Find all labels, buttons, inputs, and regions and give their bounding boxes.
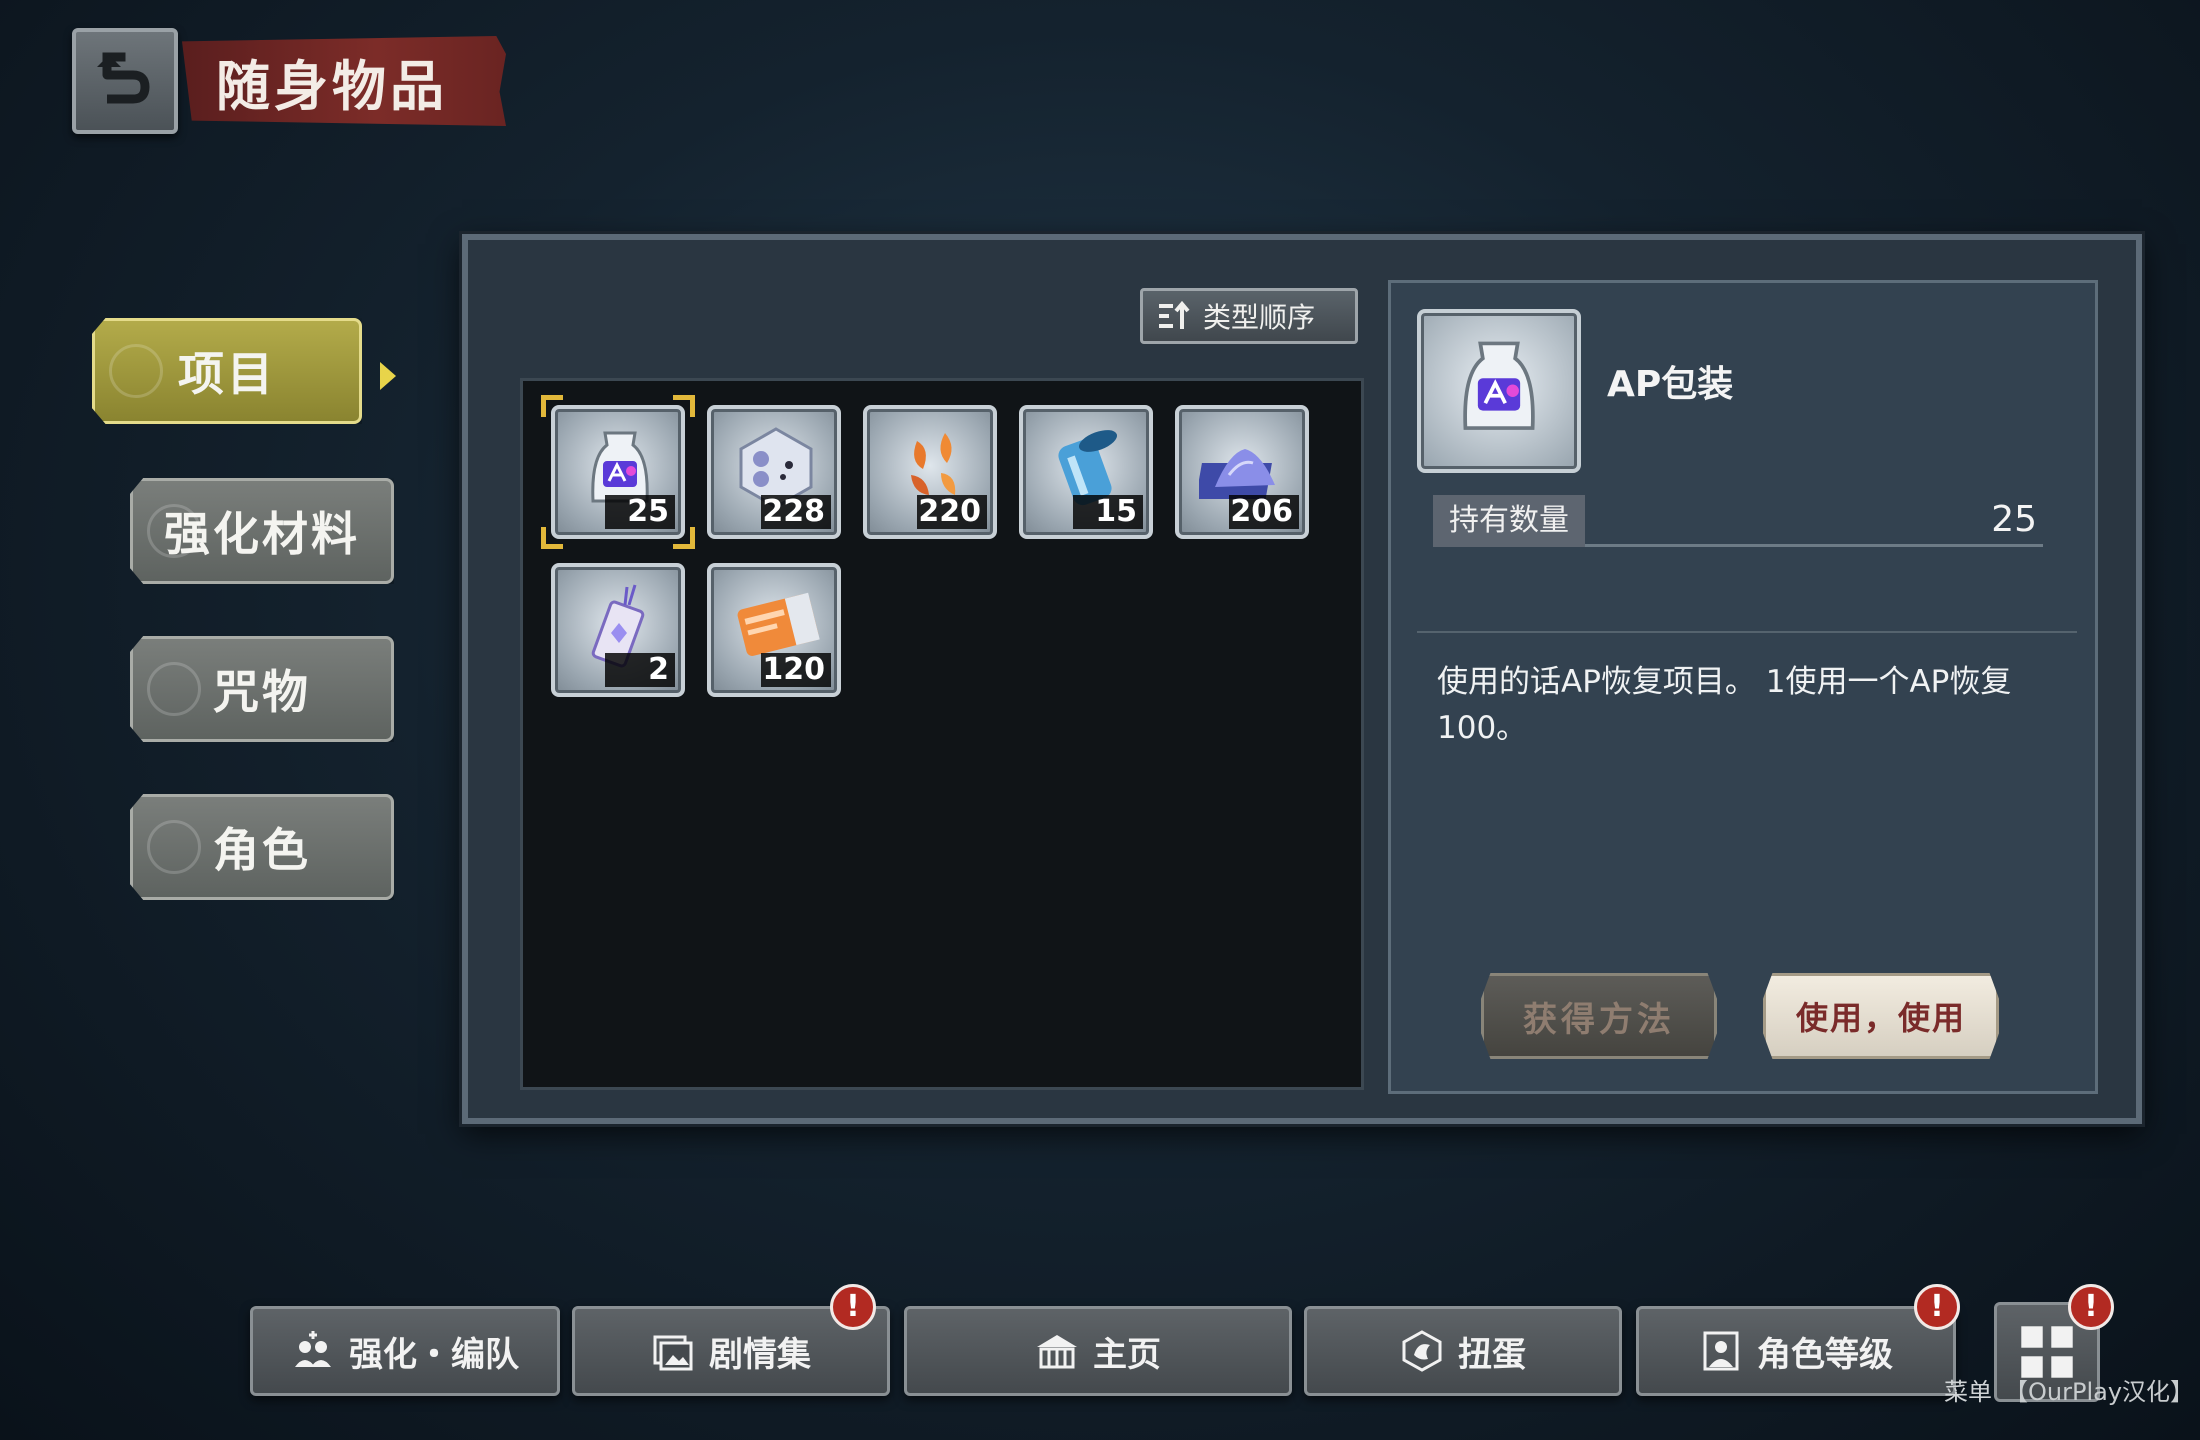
item-name: AP包装 [1607,364,1734,405]
character-icon [1703,1331,1739,1371]
team-icon [295,1331,331,1367]
tab-characters-label: 角色 [213,823,311,877]
watermark-text: 【OurPlay汉化】 [2004,1378,2195,1406]
character-alert-badge: ! [1914,1284,1960,1330]
sort-label: 类型顺序 [1203,301,1316,334]
menu-alert-badge: ! [2068,1284,2114,1330]
item-count: 25 [605,495,675,529]
gacha-icon [1402,1330,1442,1372]
divider [1417,631,2077,633]
nav-character-level[interactable]: 角色等级 [1636,1306,1956,1396]
tab-items-label: 项目 [178,347,276,401]
item-count: 228 [761,495,831,529]
quantity-row: 持有数量 25 [1433,495,2043,547]
item-slot-gacha-ticket[interactable]: 120 [707,563,841,697]
selection-corner [541,395,563,417]
inventory-panel: 类型顺序 25 228 220 15 206 2 120 AP包装 持有数量 2… [462,234,2142,1124]
sort-button[interactable]: 类型顺序 [1140,288,1358,344]
menu-label: 菜单 [1944,1378,1992,1406]
sort-icon [1159,300,1190,329]
selection-corner [673,395,695,417]
tab-cursed-objects[interactable]: 咒物 [130,636,394,742]
back-arrow-icon [97,52,150,104]
tab-deco-icon [147,662,201,716]
active-tab-arrow-icon [380,362,396,390]
quantity-value: 25 [1991,499,2037,540]
item-slot-ap-pack[interactable]: 25 [551,405,685,539]
item-slot-charm[interactable]: 2 [551,563,685,697]
nav-label: 角色等级 [1757,1334,1893,1375]
ap-pack-icon [1463,341,1535,430]
nav-home[interactable]: 主页 [904,1306,1292,1396]
tab-deco-icon [147,820,201,874]
item-grid: 25 228 220 15 206 2 120 [520,378,1364,1090]
item-slot-leaf[interactable]: 220 [863,405,997,539]
item-count: 220 [917,495,987,529]
use-button[interactable]: 使用，使用 [1763,973,1999,1059]
tab-deco-icon [109,344,163,398]
selection-corner [541,527,563,549]
nav-enhance-team[interactable]: 强化・编队 [250,1306,560,1396]
item-description: 使用的话AP恢复项目。 1使用一个AP恢复100。 [1437,664,2012,746]
item-count: 2 [605,653,675,687]
tab-cursed-label: 咒物 [213,665,311,719]
nav-label: 主页 [1093,1334,1161,1375]
nav-label: 剧情集 [709,1334,811,1375]
tab-deco-icon [147,504,201,558]
nav-label: 强化・编队 [349,1334,519,1375]
nav-label: 扭蛋 [1458,1334,1526,1375]
tab-enhance-materials[interactable]: 强化材料 [130,478,394,584]
story-alert-badge: ! [830,1284,876,1330]
nav-gacha[interactable]: 扭蛋 [1304,1306,1622,1396]
screen: 随身物品 项目 强化材料 咒物 角色 类型顺序 25 228 220 15 20… [0,0,2200,1440]
item-slot-crystal[interactable]: 228 [707,405,841,539]
tab-items[interactable]: 项目 [92,318,362,424]
item-count: 206 [1229,495,1299,529]
story-icon [653,1335,693,1371]
back-button[interactable] [72,28,178,134]
item-count: 120 [761,653,831,687]
detail-item-image [1417,309,1581,473]
item-slot-powder[interactable]: 206 [1175,405,1309,539]
obtain-method-button[interactable]: 获得方法 [1481,973,1717,1059]
page-title: 随身物品 [182,36,506,126]
quantity-label: 持有数量 [1433,495,1585,547]
item-count: 15 [1073,495,1143,529]
selection-corner [673,527,695,549]
item-detail-panel: AP包装 持有数量 25 使用的话AP恢复项目。 1使用一个AP恢复100。 获… [1388,280,2098,1094]
tab-characters[interactable]: 角色 [130,794,394,900]
home-icon [1037,1335,1077,1369]
item-slot-canister[interactable]: 15 [1019,405,1153,539]
